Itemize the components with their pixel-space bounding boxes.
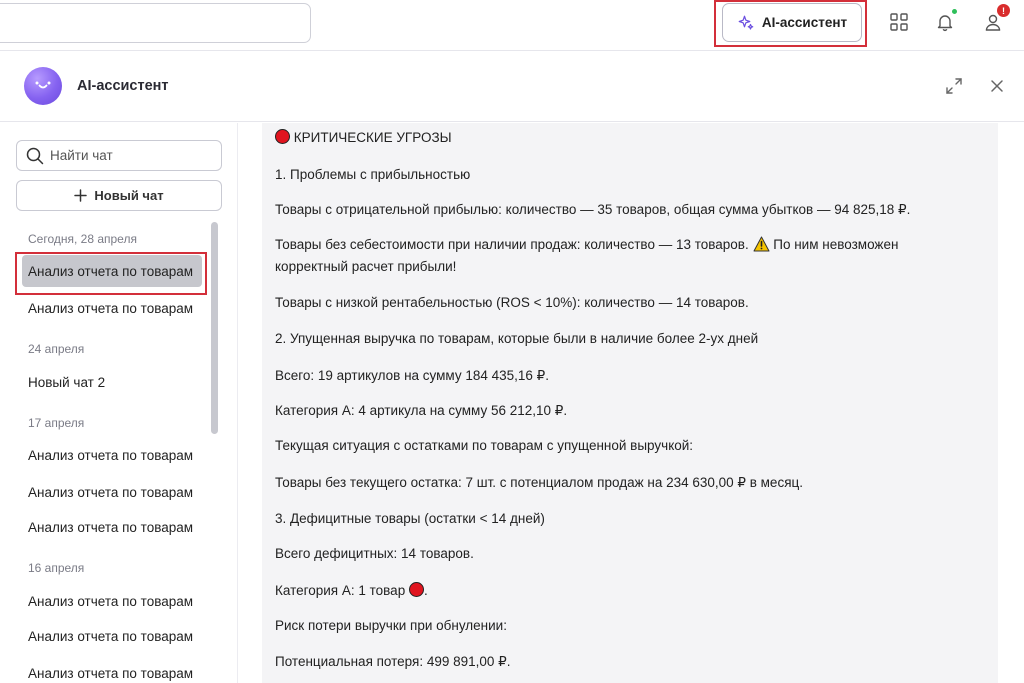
red-circle-icon (408, 582, 424, 597)
notifications-bell-icon[interactable] (934, 8, 958, 33)
sparkle-icon (738, 15, 754, 30)
message-text: Риск потери выручки при обнулении: (275, 618, 507, 633)
date-group-label: Сегодня, 28 апреля (28, 232, 137, 246)
chat-list-item[interactable]: Анализ отчета по товарам (22, 476, 202, 508)
message-text: Всего дефицитных: 14 товаров. (275, 546, 474, 561)
message-text: По ним невозможен (773, 237, 899, 252)
chat-list-item[interactable]: Новый чат 2 (22, 366, 202, 398)
chat-list-item[interactable]: Анализ отчета по товарам (22, 620, 202, 652)
message-text: Товары с низкой рентабельностью (ROS < 1… (275, 295, 749, 310)
chat-search-input[interactable]: Найти чат (16, 140, 222, 171)
date-group-label: 24 апреля (28, 342, 85, 356)
expand-icon[interactable] (944, 76, 964, 96)
apps-grid-icon[interactable] (888, 11, 910, 33)
ai-button-label: AI-ассистент (761, 15, 848, 30)
chat-item-title: Новый чат 2 (28, 374, 106, 390)
assistant-panel-header: AI-ассистент (0, 52, 1024, 122)
message-heading-line: КРИТИЧЕСКИЕ УГРОЗЫ (275, 128, 452, 148)
top-bar: AI-ассистент ! (0, 0, 1024, 51)
message-text: Всего: 19 артикулов на сумму 184 435,16 … (275, 368, 550, 383)
message-text: корректный расчет прибыли! (275, 259, 457, 274)
message-text: Категория A: 1 товар (275, 583, 406, 598)
message-text-line: Категория A: 1 товар . (275, 581, 428, 601)
global-search-input[interactable] (0, 3, 311, 43)
date-group-label: 17 апреля (28, 416, 85, 430)
online-status-dot (951, 8, 958, 15)
alert-badge: ! (997, 4, 1010, 17)
smile-face-icon (35, 81, 51, 89)
search-icon (26, 147, 44, 164)
chat-item-title: Анализ отчета по товарам (28, 628, 194, 644)
chat-list-item[interactable]: Анализ отчета по товарам (22, 657, 202, 683)
message-text: 2. Упущенная выручка по товарам, которые… (275, 331, 759, 346)
user-profile-icon[interactable]: ! (982, 4, 1010, 33)
message-heading: КРИТИЧЕСКИЕ УГРОЗЫ (293, 130, 452, 145)
message-text: Товары без себестоимости при наличии про… (275, 237, 749, 252)
message-text: 3. Дефицитные товары (остатки < 14 дней) (275, 511, 545, 526)
panel-title: AI-ассистент (77, 78, 169, 94)
chat-history-sidebar: Найти чат Новый чат Сегодня, 28 апреля А… (0, 123, 238, 683)
chat-item-title: Анализ отчета по товарам (28, 447, 194, 463)
date-group-label: 16 апреля (28, 561, 85, 575)
chat-item-title: Анализ отчета по товарам (28, 484, 194, 500)
assistant-message: КРИТИЧЕСКИЕ УГРОЗЫ 1. Проблемы с прибыль… (262, 123, 998, 683)
message-text: Текущая ситуация с остатками по товарам … (275, 438, 694, 453)
period-text: . (423, 583, 428, 598)
chat-item-title: Анализ отчета по товарам (28, 300, 194, 316)
close-icon[interactable] (987, 76, 1007, 96)
chat-list-item[interactable]: Анализ отчета по товарам (22, 439, 202, 471)
active-chat-highlight (15, 252, 207, 295)
chat-item-title: Анализ отчета по товарам (28, 665, 194, 681)
message-text: Категория A: 4 артикула на сумму 56 212,… (275, 403, 568, 418)
chat-list-item[interactable]: Анализ отчета по товарам (22, 292, 202, 324)
message-text: Потенциальная потеря: 499 891,00 ₽. (275, 654, 511, 669)
message-text: Товары с отрицательной прибылью: количес… (275, 202, 911, 217)
sidebar-scrollbar-thumb[interactable] (211, 222, 218, 434)
warning-icon (753, 236, 769, 252)
message-text: 1. Проблемы с прибыльностью (275, 167, 471, 182)
message-text-line: Товары без себестоимости при наличии про… (275, 235, 898, 255)
new-chat-label: Новый чат (94, 188, 164, 203)
assistant-avatar (24, 67, 62, 105)
message-text: Товары без текущего остатка: 7 шт. с пот… (275, 475, 803, 490)
new-chat-button[interactable]: Новый чат (16, 180, 222, 211)
plus-icon (74, 189, 88, 202)
chat-item-title: Анализ отчета по товарам (28, 519, 194, 535)
chat-list-item[interactable]: Анализ отчета по товарам (22, 511, 202, 543)
chat-item-title: Анализ отчета по товарам (28, 593, 194, 609)
red-circle-icon (275, 129, 290, 144)
ai-assistant-button[interactable]: AI-ассистент (722, 3, 862, 42)
chat-search-placeholder: Найти чат (50, 148, 113, 163)
chat-list-item[interactable]: Анализ отчета по товарам (22, 585, 202, 617)
